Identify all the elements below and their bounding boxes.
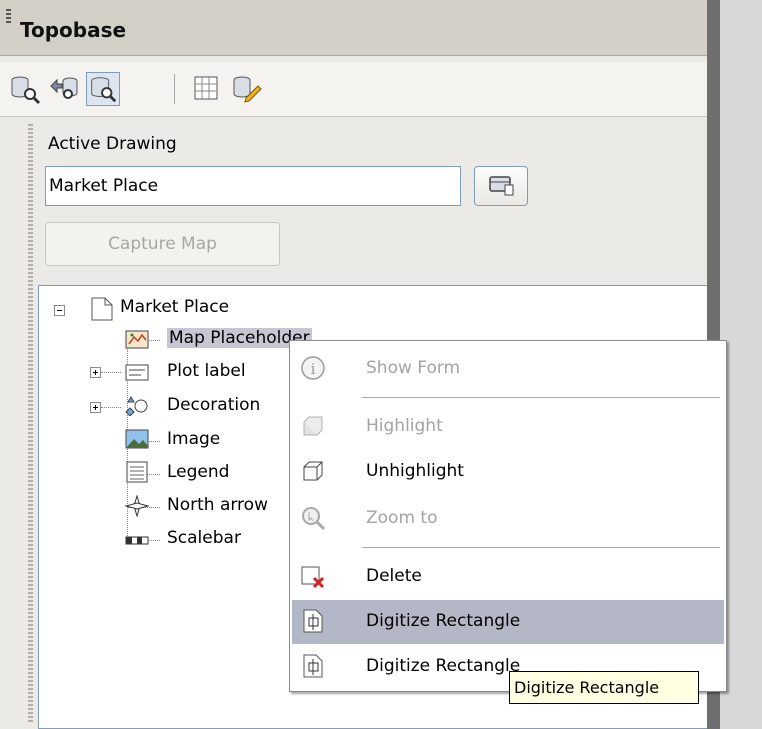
menu-item-label: Highlight xyxy=(366,416,443,436)
menu-item-label: Delete xyxy=(366,566,422,586)
delete-icon xyxy=(301,566,325,589)
menu-item-zoom-to[interactable]: Zoom to xyxy=(292,497,724,541)
tooltip: Digitize Rectangle xyxy=(509,671,699,704)
database-find-active-icon[interactable] xyxy=(86,72,120,106)
database-edit-icon[interactable] xyxy=(230,72,264,106)
digitize-rectangle-icon xyxy=(303,609,323,633)
decoration-icon xyxy=(125,396,148,416)
database-find-icon[interactable] xyxy=(8,72,42,106)
tree-item-plot-label[interactable]: Plot label xyxy=(167,361,246,381)
menu-item-label: Show Form xyxy=(366,358,461,378)
zoom-icon xyxy=(302,507,326,531)
menu-item-label: Digitize Rectangle xyxy=(366,611,521,631)
table-grid-icon[interactable] xyxy=(190,72,224,106)
tree-root-label[interactable]: Market Place xyxy=(120,297,229,317)
active-drawing-field[interactable]: Market Place xyxy=(45,166,461,206)
drawing-database-icon xyxy=(489,176,514,196)
unhighlight-icon xyxy=(303,461,323,481)
svg-text:i: i xyxy=(311,360,316,378)
scalebar-icon xyxy=(125,536,149,545)
highlight-icon xyxy=(303,416,323,436)
menu-item-label: Digitize Rectangle xyxy=(366,656,521,676)
menu-item-label: Unhighlight xyxy=(366,461,464,481)
tree-item-legend[interactable]: Legend xyxy=(167,462,229,482)
menu-item-show-form[interactable]: i Show Form xyxy=(292,347,724,391)
expand-decoration-icon[interactable] xyxy=(90,402,101,413)
tree-item-decoration[interactable]: Decoration xyxy=(167,395,260,415)
tree-item-image[interactable]: Image xyxy=(167,429,220,449)
expand-plot-label-icon[interactable] xyxy=(90,367,101,378)
legend-icon xyxy=(126,461,148,483)
tree-item-scalebar[interactable]: Scalebar xyxy=(167,528,241,548)
context-menu: i Show Form Highlight Unhighlight Zoom t… xyxy=(289,340,727,692)
info-icon: i xyxy=(301,356,325,380)
content-grip xyxy=(28,124,33,724)
collapse-root-icon[interactable] xyxy=(54,305,65,316)
map-placeholder-icon xyxy=(125,330,149,349)
menu-item-digitize-rectangle[interactable]: Digitize Rectangle xyxy=(292,600,724,644)
menu-separator xyxy=(362,547,720,549)
menu-item-unhighlight[interactable]: Unhighlight xyxy=(292,450,724,494)
digitize-rectangle-icon xyxy=(303,654,323,678)
panel-title: Topobase xyxy=(20,18,127,42)
active-drawing-label: Active Drawing xyxy=(48,134,177,154)
drag-grip-icon[interactable] xyxy=(6,9,11,25)
toolbar xyxy=(0,62,707,117)
menu-item-delete[interactable]: Delete xyxy=(292,555,724,599)
menu-item-highlight[interactable]: Highlight xyxy=(292,405,724,449)
menu-separator xyxy=(362,397,720,399)
capture-map-button[interactable]: Capture Map xyxy=(45,222,280,266)
menu-item-label: Zoom to xyxy=(366,508,438,528)
north-arrow-icon xyxy=(125,495,149,517)
document-icon xyxy=(91,297,113,321)
panel-title-bar[interactable]: Topobase xyxy=(0,0,707,56)
plot-label-icon xyxy=(125,364,149,381)
database-recycle-icon[interactable] xyxy=(48,72,82,106)
toolbar-separator xyxy=(174,74,175,104)
image-icon xyxy=(125,429,149,449)
drawing-select-button[interactable] xyxy=(474,166,528,206)
tree-item-north-arrow[interactable]: North arrow xyxy=(167,495,268,515)
